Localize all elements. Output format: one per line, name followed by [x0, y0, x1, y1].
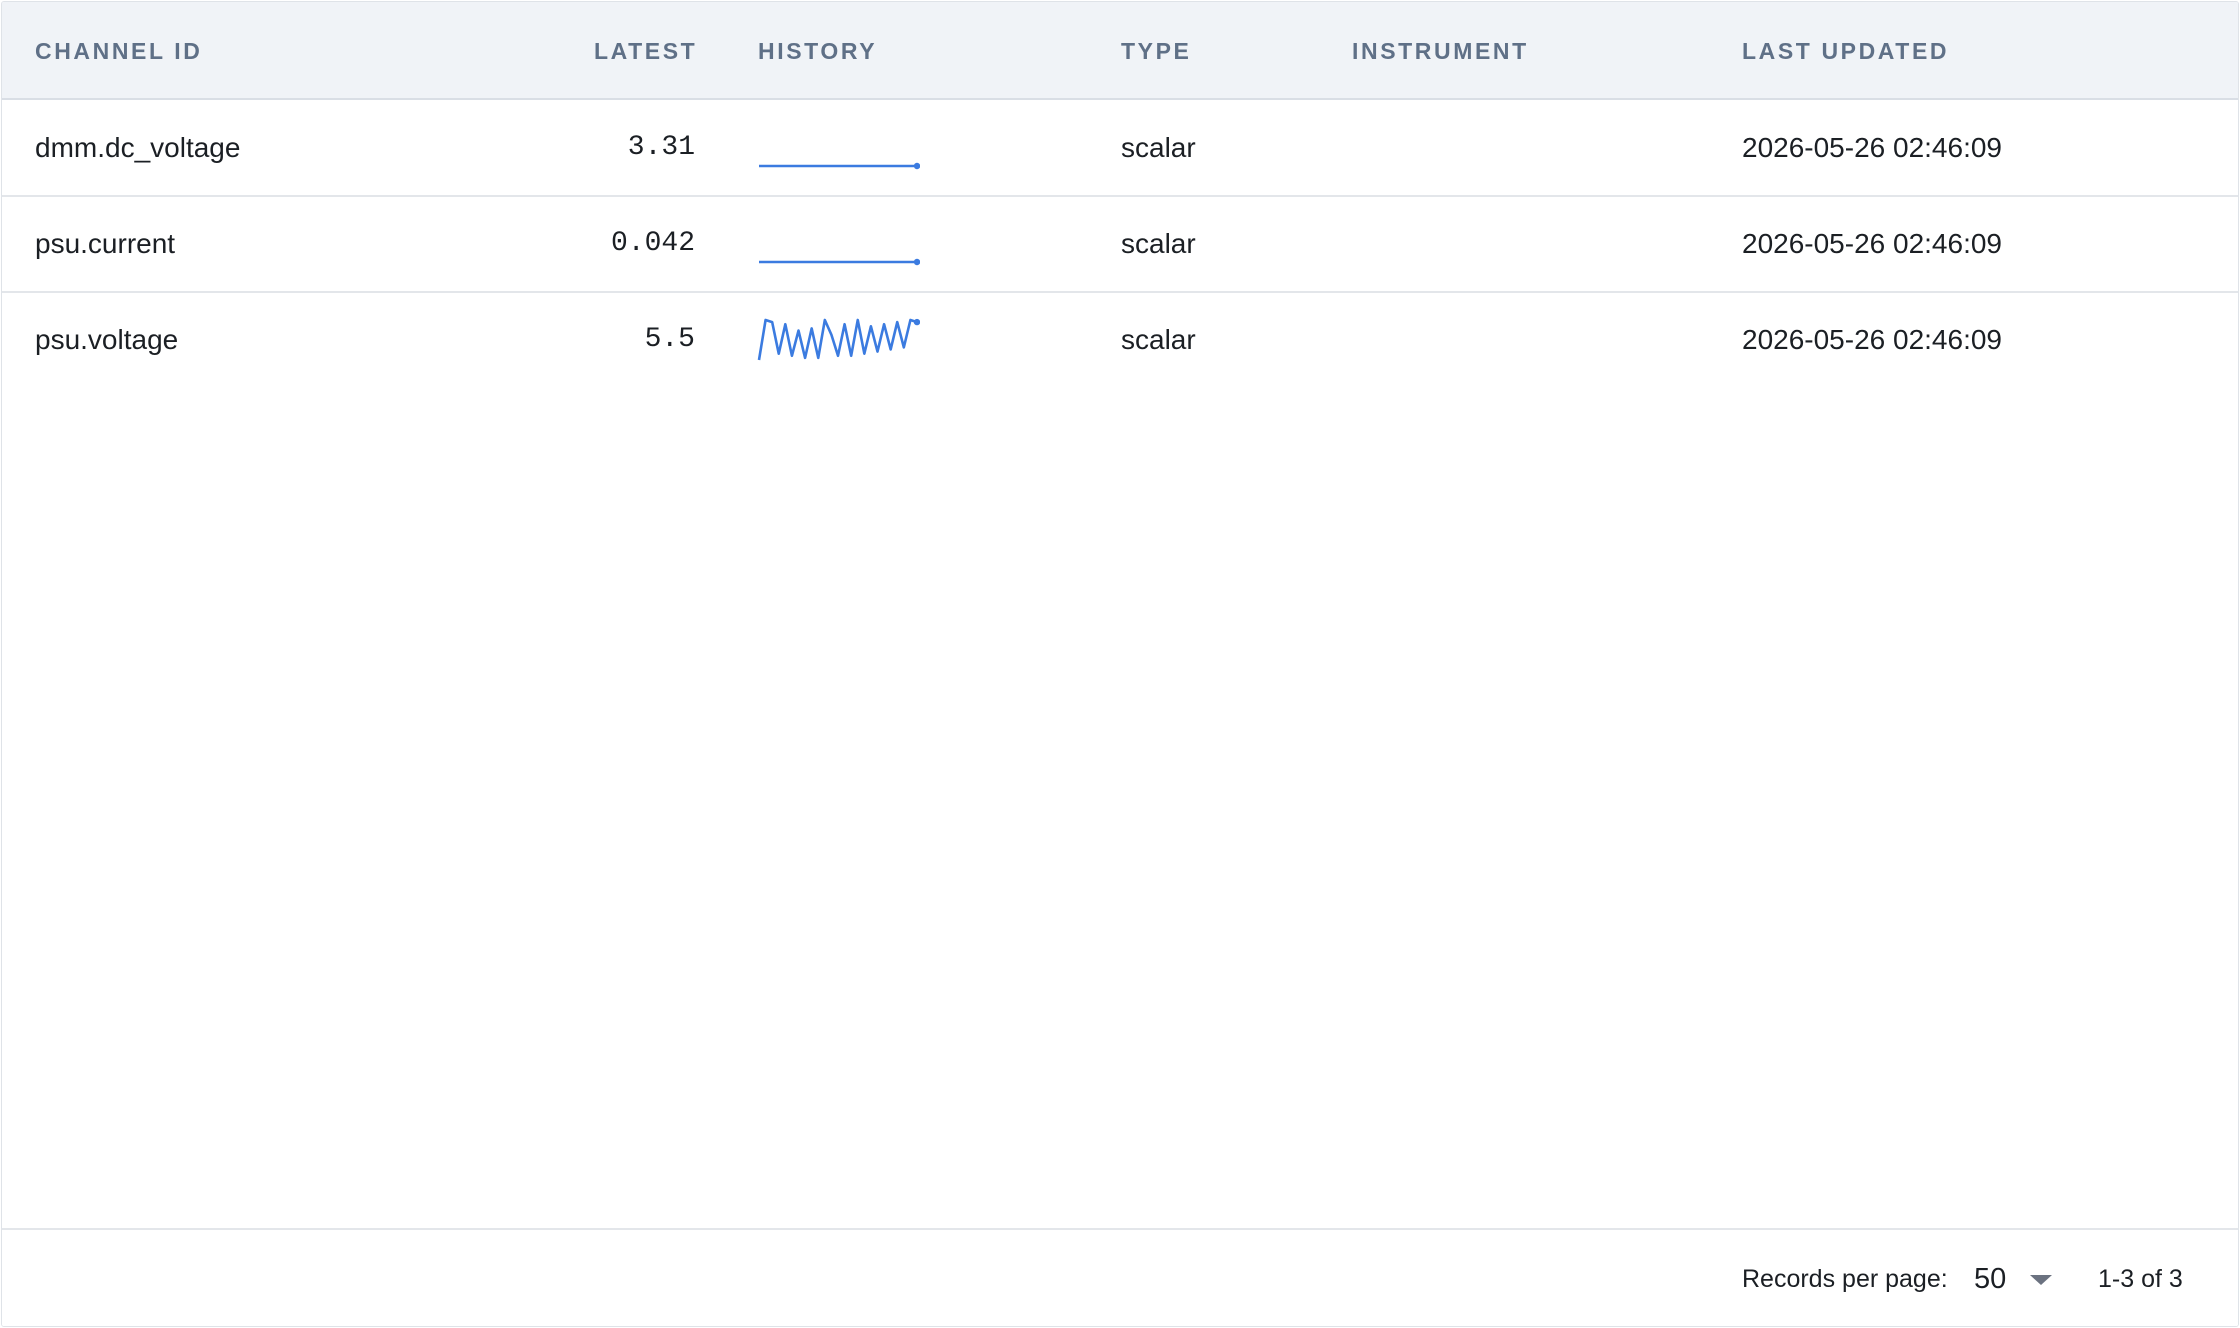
type-cell: scalar	[1121, 132, 1196, 163]
column-header-last-updated[interactable]: LAST UPDATED	[1742, 2, 1949, 98]
channel-id-cell: psu.current	[35, 228, 176, 259]
chevron-down-icon[interactable]	[2030, 1275, 2052, 1285]
records-per-page-select[interactable]: 50	[1974, 1230, 2006, 1326]
history-sparkline	[759, 162, 920, 170]
pagination-range: 1-3 of 3	[2098, 1265, 2183, 1293]
type-cell: scalar	[1121, 228, 1196, 259]
column-header-type[interactable]: TYPE	[1121, 2, 1191, 98]
type-cell: scalar	[1121, 324, 1196, 355]
channel-id-cell: psu.voltage	[35, 324, 179, 355]
latest-value-cell: 3.31	[627, 132, 695, 163]
channels-table: CHANNEL ID LATEST HISTORY TYPE INSTRUMEN…	[1, 1, 2239, 1327]
sparkline-last-point	[913, 162, 920, 170]
channel-id-cell: dmm.dc_voltage	[35, 132, 241, 163]
latest-value-cell: 0.042	[610, 228, 695, 259]
column-header-history[interactable]: HISTORY	[758, 2, 877, 98]
last-updated-cell: 2026-05-26 02:46:09	[1742, 324, 2002, 355]
history-sparkline	[757, 318, 920, 361]
last-updated-cell: 2026-05-26 02:46:09	[1742, 228, 2002, 259]
column-header-channel-id[interactable]: CHANNEL ID	[35, 2, 202, 98]
last-updated-cell: 2026-05-26 02:46:09	[1742, 132, 2002, 163]
table-header: CHANNEL ID LATEST HISTORY TYPE INSTRUMEN…	[2, 2, 2238, 100]
latest-value-cell: 5.5	[644, 324, 695, 355]
sparkline-last-point	[913, 318, 920, 326]
table-row[interactable]: psu.voltage 5.5 scalar 2026-05-26 02:46:…	[2, 292, 2238, 387]
sparkline-last-point	[913, 258, 920, 266]
history-sparkline	[759, 258, 920, 266]
column-header-latest[interactable]: LATEST	[594, 2, 697, 98]
column-header-instrument[interactable]: INSTRUMENT	[1352, 2, 1529, 98]
table-row[interactable]: dmm.dc_voltage 3.31 scalar 2026-05-26 02…	[2, 100, 2238, 197]
records-per-page-label: Records per page:	[1742, 1265, 1948, 1293]
table-row[interactable]: psu.current 0.042 scalar 2026-05-26 02:4…	[2, 196, 2238, 293]
table-footer: Records per page: 50 1-3 of 3	[2, 1228, 2238, 1326]
sparkline-path	[757, 318, 918, 361]
